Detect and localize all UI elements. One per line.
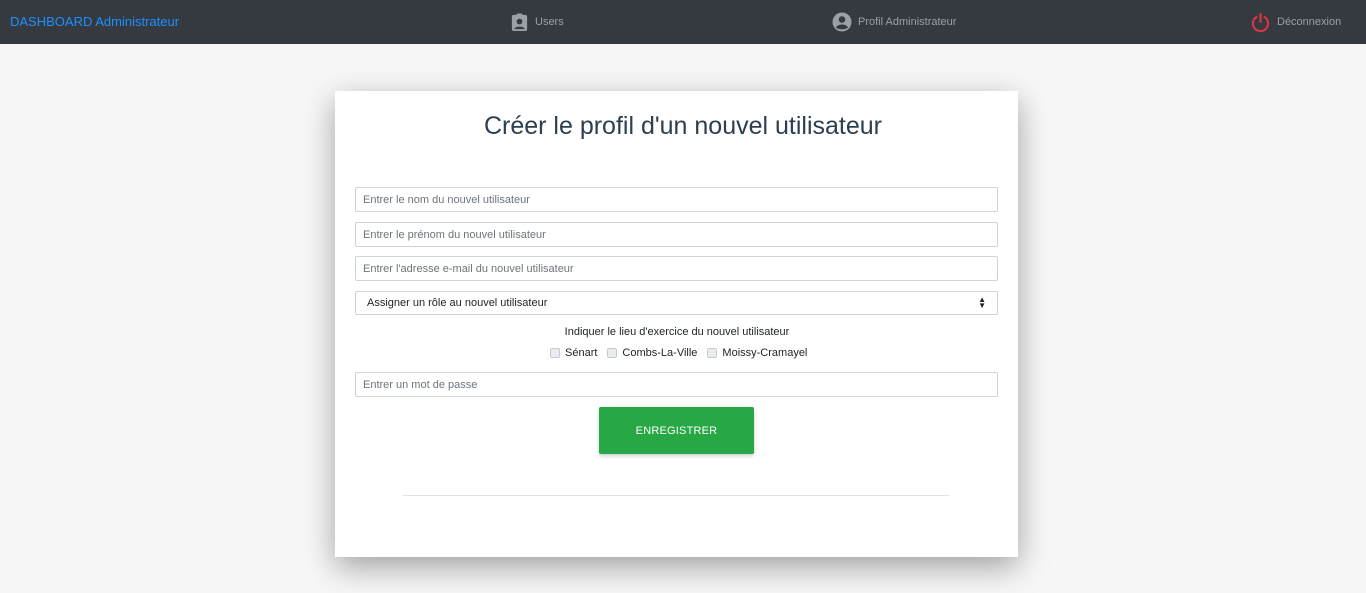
lieu-checkbox-senart[interactable]: Sénart [550, 347, 597, 359]
lieu-checkbox-group: Sénart Combs-La-Ville Moissy-Cramayel [550, 346, 817, 360]
enregistrer-button[interactable]: ENREGISTRER [599, 407, 754, 454]
create-user-card [335, 91, 1018, 557]
role-select-value: Assigner un rôle au nouvel utilisateur [367, 297, 548, 309]
nav-users-label: Users [535, 16, 564, 28]
logout-link[interactable]: Déconnexion [1250, 0, 1341, 44]
lieu-label: Indiquer le lieu d'exercice du nouvel ut… [564, 326, 790, 338]
logout-label: Déconnexion [1277, 16, 1342, 28]
lieu-option-label: Moissy-Cramayel [722, 347, 808, 359]
page-title: Créer le profil d'un nouvel utilisateur [483, 112, 883, 140]
divider [403, 495, 949, 496]
lieu-checkbox-moissy-cramayel[interactable]: Moissy-Cramayel [707, 347, 807, 359]
clipboard-user-icon [510, 12, 529, 32]
user-circle-icon [832, 12, 852, 32]
role-select[interactable]: Assigner un rôle au nouvel utilisateur ▲… [355, 291, 998, 315]
checkbox-icon[interactable] [707, 348, 718, 358]
nom-input[interactable] [355, 187, 998, 212]
prenom-input[interactable] [355, 222, 998, 247]
top-navbar: DASHBOARD Administrateur Users Profil Ad… [0, 0, 1366, 44]
power-icon [1250, 12, 1271, 33]
lieu-option-label: Combs-La-Ville [622, 347, 698, 359]
nav-users-link[interactable]: Users [510, 0, 564, 44]
select-arrows-icon: ▲ ▼ [978, 295, 986, 310]
brand-link[interactable]: DASHBOARD Administrateur [10, 14, 179, 29]
checkbox-icon[interactable] [550, 348, 560, 358]
lieu-option-label: Sénart [565, 347, 598, 359]
lieu-checkbox-combs-la-ville[interactable]: Combs-La-Ville [607, 347, 697, 359]
password-input[interactable] [355, 372, 998, 397]
nav-profile-label: Profil Administrateur [858, 16, 957, 28]
email-input[interactable] [355, 256, 998, 281]
nav-profile-link[interactable]: Profil Administrateur [832, 0, 956, 44]
checkbox-icon[interactable] [607, 348, 618, 358]
